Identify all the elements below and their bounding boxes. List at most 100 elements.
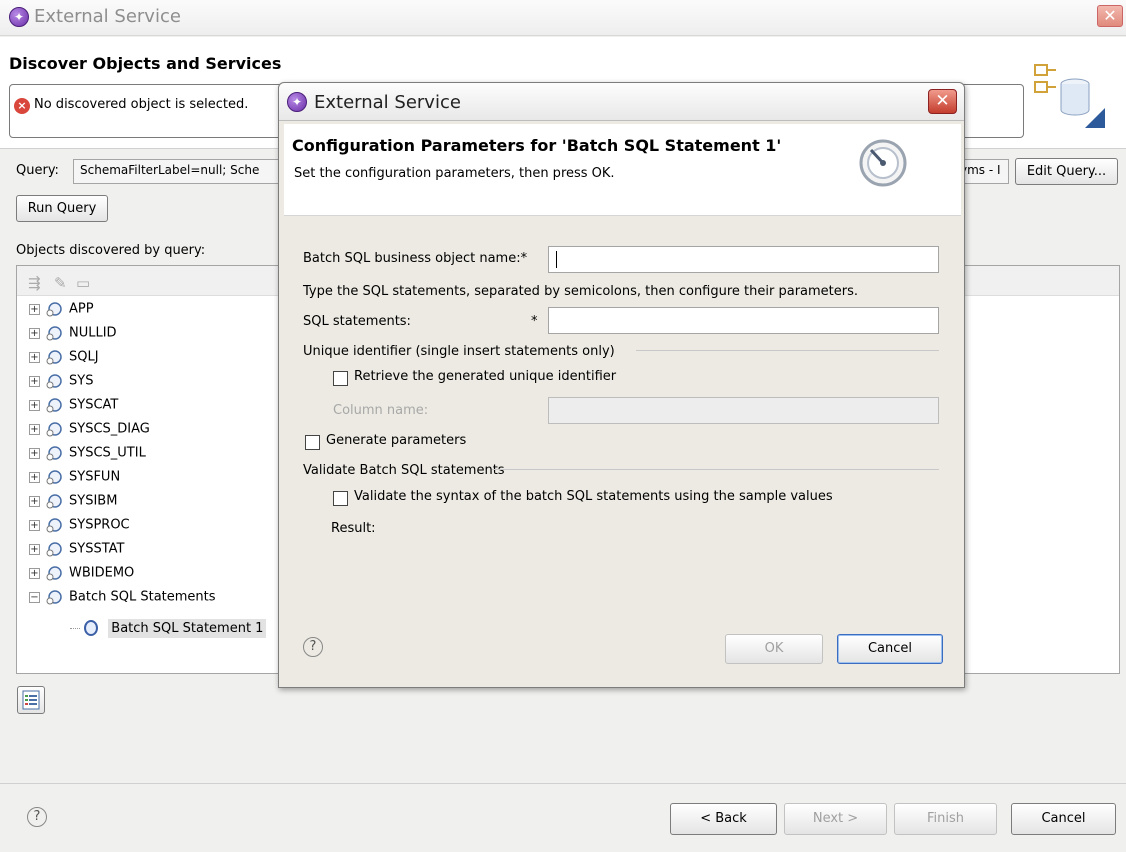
required-mark: *: [531, 314, 538, 329]
schema-icon: [45, 372, 63, 390]
validate-syntax-checkbox[interactable]: [333, 491, 348, 506]
window-close-button[interactable]: ✕: [1097, 5, 1123, 27]
error-message: No discovered object is selected.: [34, 97, 249, 112]
retrieve-uid-checkbox[interactable]: [333, 371, 348, 386]
dialog-heading: Configuration Parameters for 'Batch SQL …: [292, 136, 782, 155]
retrieve-uid-label: Retrieve the generated unique identifier: [354, 369, 617, 384]
database-banner-icon: [1034, 64, 1105, 128]
column-name-input: [548, 397, 939, 424]
run-query-button[interactable]: Run Query: [16, 195, 108, 222]
unique-id-group-label: Unique identifier (single insert stateme…: [303, 344, 615, 359]
tree-item[interactable]: + SYSFUN: [29, 468, 289, 492]
result-label: Result:: [331, 521, 376, 536]
edit-icon[interactable]: ✎: [54, 274, 67, 292]
tree-item-label: SYSPROC: [69, 517, 130, 533]
back-button[interactable]: < Back: [670, 803, 777, 835]
expand-icon[interactable]: +: [29, 543, 40, 555]
dialog-cancel-button[interactable]: Cancel: [837, 634, 943, 664]
expand-icon[interactable]: +: [29, 303, 40, 315]
book-icon[interactable]: ▭: [76, 274, 90, 292]
schema-icon: [45, 588, 63, 606]
expand-icon[interactable]: +: [29, 351, 40, 363]
help-icon[interactable]: ?: [27, 807, 47, 827]
schema-icon: [45, 300, 63, 318]
expand-icon[interactable]: +: [29, 495, 40, 507]
dialog-subheading: Set the configuration parameters, then p…: [294, 166, 615, 181]
objects-label: Objects discovered by query:: [16, 243, 206, 258]
error-icon: ×: [14, 98, 30, 114]
tree-item-label: APP: [69, 301, 94, 317]
statement-icon: [84, 620, 99, 636]
generate-parameters-label: Generate parameters: [326, 433, 467, 448]
tree-item-label: SYSIBM: [69, 493, 118, 509]
schema-icon: [45, 492, 63, 510]
tree-item[interactable]: + SYS: [29, 372, 289, 396]
schema-icon: [45, 396, 63, 414]
validate-syntax-label: Validate the syntax of the batch SQL sta…: [354, 489, 833, 504]
expand-icon[interactable]: +: [29, 447, 40, 459]
tree-item[interactable]: + APP: [29, 300, 289, 324]
window-title: External Service: [34, 6, 181, 27]
dialog-help-icon[interactable]: ?: [303, 637, 323, 657]
expand-icon[interactable]: +: [29, 519, 40, 531]
tree-item[interactable]: + NULLID: [29, 324, 289, 348]
query-field: SchemaFilterLabel=null; Sche: [73, 159, 283, 184]
schema-icon: [45, 348, 63, 366]
tree-item[interactable]: + WBIDEMO: [29, 564, 289, 588]
tree-item[interactable]: + SQLJ: [29, 348, 289, 372]
separator: [0, 783, 1126, 784]
tree-item-label: Batch SQL Statements: [69, 589, 216, 605]
filter-icon[interactable]: ⇶: [28, 274, 41, 292]
dialog-title: External Service: [314, 92, 461, 113]
tree-item-label: NULLID: [69, 325, 117, 341]
schema-icon: [45, 564, 63, 582]
bo-name-input[interactable]: [548, 246, 939, 273]
generate-parameters-checkbox[interactable]: [305, 435, 320, 450]
expand-icon[interactable]: +: [29, 471, 40, 483]
tree-item[interactable]: + SYSPROC: [29, 516, 289, 540]
schema-icon: [45, 324, 63, 342]
properties-icon: [22, 690, 40, 710]
expand-icon[interactable]: +: [29, 567, 40, 579]
tree-list: + APP + NULLID + SQLJ + SYS + SYSCAT + SYSCS_DIAG + S…: [29, 300, 289, 612]
schema-icon: [45, 468, 63, 486]
group-divider: [636, 350, 939, 351]
tree-item-batch-sql-statement-1[interactable]: Batch SQL Statement 1: [70, 618, 267, 644]
tree-item-label: SYSFUN: [69, 469, 121, 485]
expand-icon[interactable]: +: [29, 399, 40, 411]
page-title: Discover Objects and Services: [9, 54, 282, 73]
schema-icon: [45, 540, 63, 558]
column-name-label: Column name:: [333, 403, 429, 418]
tree-item-label: SYSCS_UTIL: [69, 445, 146, 461]
dialog-close-button[interactable]: ✕: [928, 89, 957, 114]
expand-icon[interactable]: +: [29, 375, 40, 387]
text-caret: [556, 251, 557, 268]
validate-group-label: Validate Batch SQL statements: [303, 463, 505, 478]
collapse-icon[interactable]: −: [29, 591, 40, 603]
ok-button[interactable]: OK: [725, 634, 823, 664]
tree-item[interactable]: + SYSCS_DIAG: [29, 420, 289, 444]
tree-item[interactable]: + SYSCAT: [29, 396, 289, 420]
expand-icon[interactable]: +: [29, 423, 40, 435]
finish-button[interactable]: Finish: [894, 803, 997, 835]
expand-icon[interactable]: +: [29, 327, 40, 339]
schema-icon: [45, 516, 63, 534]
next-button[interactable]: Next >: [784, 803, 887, 835]
dialog-app-icon: ✦: [287, 92, 307, 112]
schema-icon: [45, 444, 63, 462]
tree-item[interactable]: − Batch SQL Statements: [29, 588, 289, 612]
tree-item-label: SQLJ: [69, 349, 99, 365]
tree-item[interactable]: + SYSCS_UTIL: [29, 444, 289, 468]
app-icon: ✦: [9, 7, 29, 27]
tree-item-label: WBIDEMO: [69, 565, 135, 581]
edit-query-button[interactable]: Edit Query...: [1015, 158, 1118, 185]
tree-item[interactable]: + SYSIBM: [29, 492, 289, 516]
query-label: Query:: [16, 163, 59, 178]
sql-statements-input[interactable]: [548, 307, 939, 334]
tree-item-label: Batch SQL Statement 1: [108, 618, 267, 638]
tree-item[interactable]: + SYSSTAT: [29, 540, 289, 564]
tree-item-label: SYSCS_DIAG: [69, 421, 150, 437]
properties-button[interactable]: [17, 686, 45, 714]
tree-item-label: SYSCAT: [69, 397, 119, 413]
wizard-cancel-button[interactable]: Cancel: [1011, 803, 1116, 835]
